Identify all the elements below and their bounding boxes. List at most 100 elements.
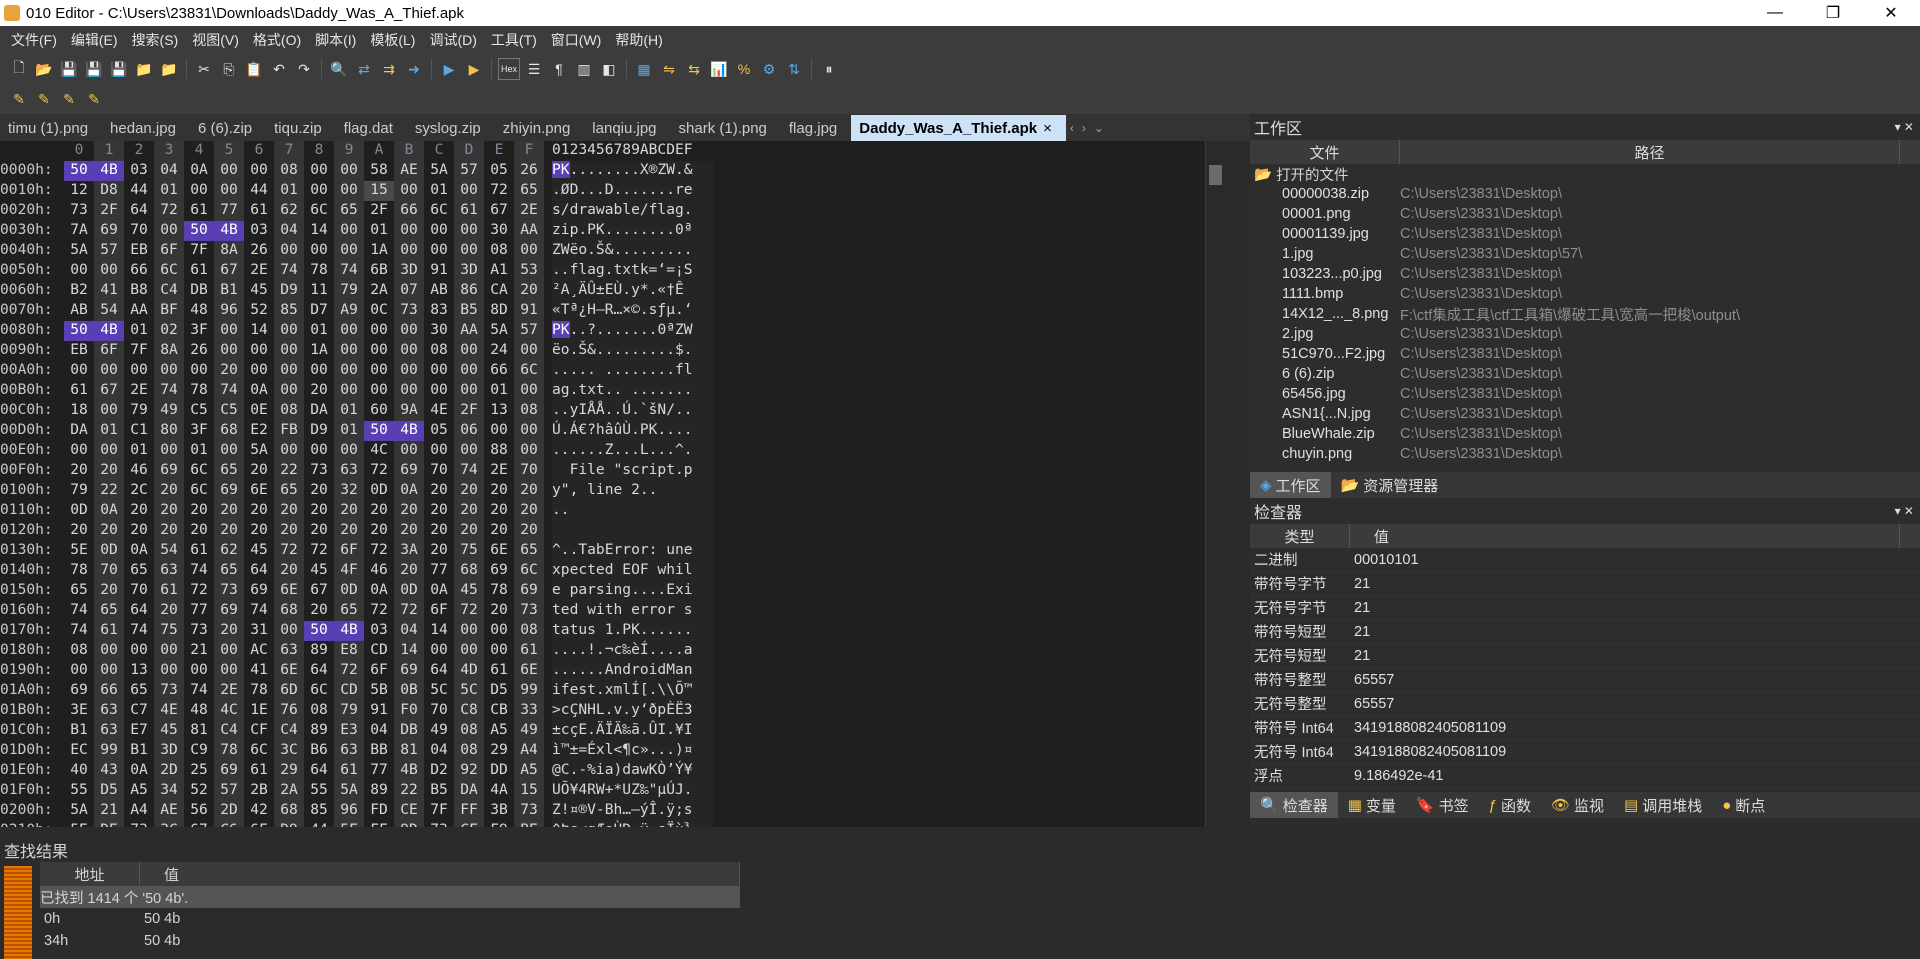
hex-byte[interactable]: 0E [244,401,274,421]
hex-byte[interactable]: 65 [514,541,544,561]
hex-byte[interactable]: 00 [394,341,424,361]
hex-byte[interactable]: 08 [454,721,484,741]
hex-byte[interactable]: 20 [214,501,244,521]
hex-byte[interactable]: 0D [94,541,124,561]
workspace-file-row[interactable]: BlueWhale.zip C:\Users\23831\Desktop\ [1250,424,1920,444]
row-bytes[interactable]: EC 99 B1 3D C9 78 6C 3C B6 63 BB 81 04 08 29 A4 [62,741,552,761]
hex-byte[interactable]: C5 [214,401,244,421]
hex-byte[interactable]: 30 [424,321,454,341]
hex-byte[interactable]: 11 [304,281,334,301]
row-bytes[interactable]: 69 66 65 73 74 2E 78 6D 6C CD 5B 0B 5C 5C D5 99 [62,681,552,701]
row-ascii[interactable]: UÕ¥4RW+*UZ‰"µÚJ. [552,781,714,801]
hex-byte[interactable]: 78 [64,561,94,581]
hex-byte[interactable]: 20 [214,521,244,541]
hex-byte[interactable]: 78 [214,741,244,761]
hex-byte[interactable]: 20 [484,601,514,621]
hex-byte[interactable]: 13 [484,401,514,421]
save-as-icon[interactable]: 💾 [83,58,105,80]
hex-byte[interactable]: 65 [514,181,544,201]
workspace-file-row[interactable]: 00001139.jpg C:\Users\23831\Desktop\ [1250,224,1920,244]
hex-byte[interactable]: 69 [244,581,274,601]
hex-byte[interactable]: 00 [94,641,124,661]
hex-byte[interactable]: 0D [394,581,424,601]
hex-byte[interactable]: 61 [184,201,214,221]
hex-byte[interactable]: 6C [184,461,214,481]
menu-item[interactable]: 编辑(E) [64,30,125,50]
hex-byte[interactable]: 6E [244,481,274,501]
hex-byte[interactable]: 20 [484,521,514,541]
hex-byte[interactable]: 68 [274,801,304,821]
hex-byte[interactable]: 00 [514,421,544,441]
hex-byte[interactable]: D2 [424,761,454,781]
hex-byte[interactable]: 26 [514,161,544,181]
hex-byte[interactable]: 6B [364,261,394,281]
hex-byte[interactable]: 04 [424,741,454,761]
hex-byte[interactable]: 20 [124,521,154,541]
hex-byte[interactable]: CF [454,821,484,827]
find-in-files-icon[interactable]: ⇉ [378,58,400,80]
hex-byte[interactable]: 54 [94,301,124,321]
hex-row[interactable]: 0080h: 50 4B 01 02 3F 00 14 00 01 00 00 00 30 AA 5A 57 PK… [0,321,1225,341]
hex-byte[interactable]: 74 [334,261,364,281]
hex-byte[interactable]: 6C [424,201,454,221]
hex-byte[interactable]: 2D [154,761,184,781]
hex-byte[interactable]: A5 [484,721,514,741]
hex-byte[interactable]: 0A [184,161,214,181]
base-convert-icon[interactable]: ⇅ [783,58,805,80]
hex-row[interactable]: 0200h: 5A 21 A4 AE 56 2D 42 68 85 96 FD CE 7F FF 3B 73 Z!… [0,801,1225,821]
hex-byte[interactable]: DA [64,421,94,441]
hex-byte[interactable]: C1 [124,421,154,441]
hex-byte[interactable]: 20 [154,601,184,621]
row-bytes[interactable]: 79 22 2C 20 6C 69 6E 65 20 32 0D 0A 20 20 20 20 [62,481,552,501]
hex-byte[interactable]: 65 [124,561,154,581]
hex-byte[interactable]: 72 [364,541,394,561]
hex-byte[interactable]: CD [334,681,364,701]
hex-byte[interactable]: 57 [214,781,244,801]
hex-byte[interactable]: 5F [334,821,364,827]
hex-byte[interactable]: 03 [364,621,394,641]
row-bytes[interactable]: 5E 0D 0A 54 61 62 45 72 72 6F 72 3A 20 75 6E 65 [62,541,552,561]
hex-byte[interactable]: 00 [424,241,454,261]
hex-byte[interactable]: 91 [364,701,394,721]
hex-byte[interactable]: 00 [244,361,274,381]
hex-row[interactable]: 00C0h: 18 00 79 49 C5 C5 0E 08 DA 01 60 9A 4E 2F 13 08..… [0,401,1225,421]
hex-byte[interactable]: FB [274,421,304,441]
menu-item[interactable]: 格式(O) [246,30,308,50]
hex-byte[interactable]: 7F [424,801,454,821]
run-script-icon[interactable]: ▶ [438,58,460,80]
hex-byte[interactable]: 66 [394,201,424,221]
hex-byte[interactable]: CF [244,721,274,741]
row-ascii[interactable] [552,521,714,541]
hex-byte[interactable]: A4 [514,741,544,761]
hex-byte[interactable]: 85 [274,301,304,321]
hex-byte[interactable]: 61 [184,261,214,281]
hex-byte[interactable]: 50 [304,621,334,641]
hex-byte[interactable]: 78 [184,381,214,401]
hex-byte[interactable]: 73 [184,621,214,641]
hex-byte[interactable]: 69 [514,581,544,601]
scroll-thumb[interactable] [1209,165,1222,185]
hex-byte[interactable]: 2E [514,201,544,221]
hex-byte[interactable]: 79 [124,401,154,421]
hex-byte[interactable]: 74 [64,601,94,621]
hex-byte[interactable]: 6C [304,201,334,221]
hex-byte[interactable]: 41 [94,281,124,301]
hex-byte[interactable]: 00 [514,381,544,401]
hex-byte[interactable]: 15 [514,781,544,801]
hex-byte[interactable]: 22 [274,461,304,481]
hex-byte[interactable]: 52 [184,781,214,801]
hex-byte[interactable]: 20 [454,481,484,501]
hex-byte[interactable]: 61 [184,541,214,561]
hex-byte[interactable]: EC [64,741,94,761]
hex-byte[interactable]: 4C [364,441,394,461]
hex-byte[interactable]: 0A [394,481,424,501]
hex-byte[interactable]: 8A [214,241,244,261]
hex-byte[interactable]: 20 [484,481,514,501]
hex-byte[interactable]: 20 [64,521,94,541]
hex-byte[interactable]: 77 [184,601,214,621]
hex-byte[interactable]: E7 [124,721,154,741]
hex-byte[interactable]: 32 [334,481,364,501]
hex-byte[interactable]: 20 [154,481,184,501]
hex-byte[interactable]: 01 [334,401,364,421]
hex-byte[interactable]: 01 [94,421,124,441]
